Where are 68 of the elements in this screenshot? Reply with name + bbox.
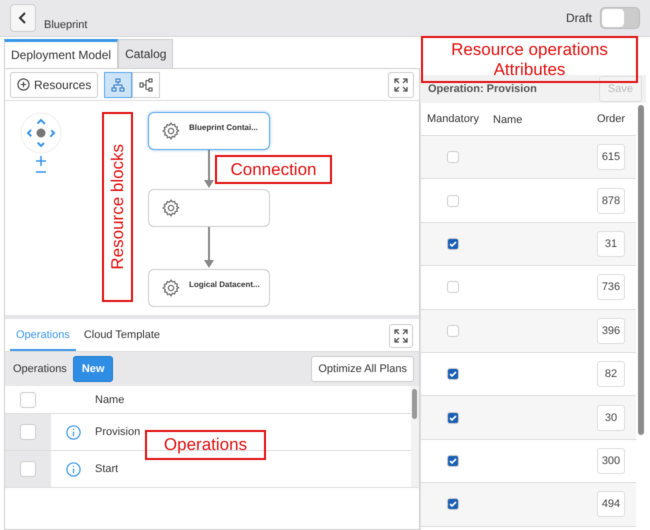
annotation-label: Resource blocks: [102, 112, 133, 302]
order-field[interactable]: 736: [597, 274, 625, 300]
expand-icon: [394, 329, 408, 343]
mandatory-checkbox[interactable]: [447, 238, 459, 250]
tab[interactable]: Deployment Model: [4, 39, 118, 68]
mandatory-checkbox[interactable]: [447, 194, 459, 207]
tree-view-button[interactable]: [104, 72, 132, 98]
info-icon[interactable]: [66, 424, 80, 440]
connector-arrow: [203, 227, 215, 269]
graph-view-button[interactable]: [132, 72, 160, 98]
mandatory-checkbox[interactable]: [447, 412, 459, 424]
operation-title: Operation: Provision: [428, 83, 537, 95]
row-checkbox[interactable]: [20, 461, 36, 477]
back-button[interactable]: [10, 4, 36, 32]
draft-label: Draft: [566, 11, 592, 25]
zoom-in-icon[interactable]: [35, 155, 47, 167]
mandatory-checkbox[interactable]: [447, 324, 459, 337]
order-field[interactable]: 615: [597, 144, 625, 170]
annotation-label: Operations: [145, 430, 266, 460]
info-icon[interactable]: [66, 462, 80, 476]
scrollbar[interactable]: [411, 386, 419, 487]
order-field[interactable]: 396: [597, 318, 625, 344]
row-checkbox[interactable]: [20, 424, 36, 440]
tab[interactable]: Catalog: [118, 39, 174, 68]
hierarchy-icon: [111, 78, 126, 92]
plus-circle-icon: [17, 78, 30, 91]
column-header: Name: [493, 114, 522, 126]
hierarchy-icon: [139, 78, 154, 92]
gear-icon: [161, 121, 181, 141]
order-field[interactable]: 82: [597, 361, 625, 388]
resource-node[interactable]: Logical Datacent...: [148, 269, 270, 307]
order-field[interactable]: 30: [597, 404, 625, 431]
chevron-left-icon: [18, 11, 28, 25]
select-all-checkbox[interactable]: [20, 392, 36, 408]
mandatory-checkbox[interactable]: [447, 498, 459, 510]
column-header: Order: [596, 113, 626, 125]
page-title: Blueprint: [44, 19, 88, 31]
annotation-label: Connection: [215, 155, 332, 184]
pan-control-icon[interactable]: [19, 111, 63, 155]
gear-icon: [161, 198, 181, 218]
node-label: Logical Datacent...: [189, 280, 260, 289]
gear-icon: [161, 278, 181, 298]
expand-icon: [394, 78, 408, 92]
fullscreen-button[interactable]: [389, 324, 413, 348]
resource-node[interactable]: Blueprint Contai...: [148, 112, 270, 150]
mandatory-checkbox[interactable]: [447, 368, 459, 380]
order-field[interactable]: 31: [597, 230, 625, 257]
resource-node[interactable]: [148, 189, 270, 227]
resources-button[interactable]: Resources: [10, 72, 98, 98]
connector-arrow: [203, 150, 215, 189]
order-field[interactable]: 300: [597, 448, 625, 474]
order-field[interactable]: 878: [597, 188, 625, 214]
mandatory-checkbox[interactable]: [447, 151, 459, 164]
column-header: Name: [95, 394, 124, 406]
order-field[interactable]: 494: [597, 491, 625, 518]
fullscreen-button[interactable]: [388, 72, 414, 98]
draft-toggle[interactable]: [600, 7, 640, 29]
operation-name[interactable]: Provision: [95, 426, 140, 438]
column-header: Mandatory: [427, 113, 479, 125]
optimize-button[interactable]: Optimize All Plans: [311, 356, 414, 382]
mandatory-checkbox[interactable]: [447, 454, 459, 467]
operation-name[interactable]: Start: [95, 463, 118, 475]
zoom-out-icon[interactable]: [35, 170, 47, 174]
node-label: Blueprint Contai...: [189, 123, 258, 132]
operations-label: Operations: [13, 363, 67, 375]
mandatory-checkbox[interactable]: [447, 281, 459, 294]
tab[interactable]: Cloud Template: [78, 329, 166, 351]
annotation-label: Resource operations Attributes: [421, 36, 638, 83]
